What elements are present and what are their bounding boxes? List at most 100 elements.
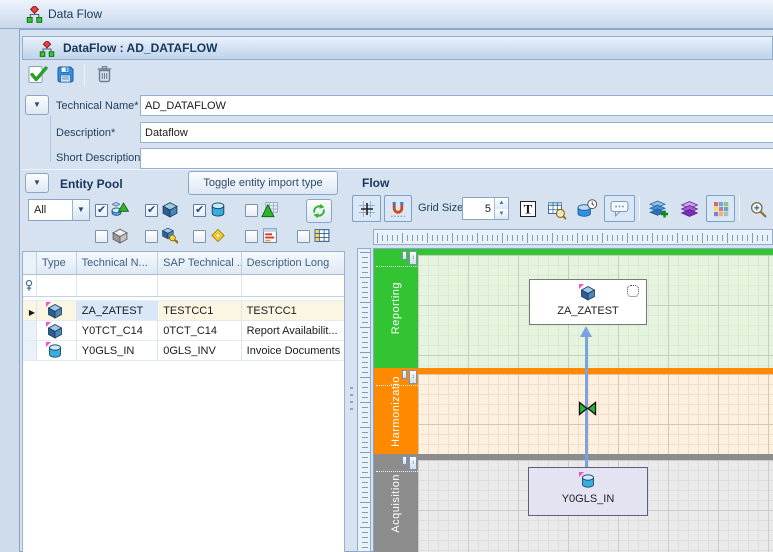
aggregation-level-icon[interactable] — [111, 227, 129, 244]
lane-label: Harmonizatio — [390, 376, 402, 447]
description-field[interactable] — [140, 122, 773, 143]
lane-resize-icon[interactable]: ↕ — [409, 370, 417, 384]
entity-type-filter-combo[interactable]: All ▼ — [28, 199, 90, 221]
type-cell — [37, 341, 77, 361]
lane-collapse-icon[interactable] — [402, 370, 407, 379]
comments-button[interactable] — [604, 195, 635, 222]
column-header-type[interactable]: Type — [37, 252, 77, 275]
open-hub-icon[interactable] — [161, 227, 179, 244]
filter-cell-sap-technical-name[interactable] — [158, 275, 241, 297]
sap-technical-name-cell[interactable]: TESTCC1 — [158, 301, 241, 321]
column-header-sap-technical-name[interactable]: SAP Technical ... — [158, 252, 241, 275]
node-label: ZA_ZATEST — [557, 305, 619, 317]
lane-collapse-controls[interactable]: ↕ — [402, 251, 417, 265]
database-clock-icon — [576, 199, 598, 219]
vertical-ruler — [357, 248, 371, 552]
filter-checkbox-infoobject[interactable] — [193, 230, 206, 243]
spinner-buttons[interactable]: ▲▼ — [494, 198, 508, 219]
filter-checkbox-infosource[interactable] — [245, 204, 258, 217]
entity-pool-collapse-button[interactable]: ▼ — [25, 173, 49, 193]
form-collapse-button[interactable]: ▼ — [25, 95, 49, 115]
column-header-description-long[interactable]: Description Long — [242, 252, 344, 275]
filter-checkbox-datasource[interactable] — [297, 230, 310, 243]
generate-request-button[interactable] — [573, 197, 601, 221]
lane-collapse-icon[interactable] — [402, 251, 407, 260]
window-title-bar: Data Flow — [0, 0, 773, 29]
column-header-technical-name[interactable]: Technical N... — [77, 252, 158, 275]
short-description-field[interactable] — [140, 148, 773, 169]
filter-checkbox-dso[interactable] — [193, 204, 206, 217]
datasource-icon[interactable] — [313, 227, 331, 244]
spin-down-icon[interactable]: ▼ — [495, 209, 508, 220]
flow-canvas[interactable]: Reporting ↕ Harmonizatio ↕ Acquisition ↕ — [373, 248, 773, 552]
technical-name-cell[interactable]: Y0GLS_IN — [77, 341, 158, 361]
infocube-icon — [47, 323, 63, 339]
node-badge-icon — [627, 285, 639, 297]
filter-cell-technical-name[interactable] — [77, 275, 158, 297]
validate-button[interactable] — [27, 64, 48, 85]
filter-cell-description-long[interactable] — [242, 275, 344, 297]
sap-technical-name-cell[interactable]: 0GLS_INV — [158, 341, 241, 361]
row-indicator-header — [23, 252, 37, 275]
spin-up-icon[interactable]: ▲ — [495, 198, 508, 209]
infocube-icon[interactable] — [161, 201, 179, 218]
query-icon[interactable] — [261, 227, 279, 244]
zoom-in-icon — [749, 200, 768, 219]
technical-name-cell[interactable]: ZA_ZATEST — [77, 301, 158, 321]
text-tool-icon: T — [519, 200, 537, 218]
section-divider — [22, 169, 773, 170]
grid-size-spinner[interactable]: ▲▼ — [462, 197, 509, 220]
sap-technical-name-cell[interactable]: 0TCT_C14 — [158, 321, 241, 341]
table-row[interactable]: Y0GLS_IN 0GLS_INV Invoice Documents — [23, 341, 344, 361]
add-layer-button[interactable] — [645, 197, 672, 222]
lane-collapse-controls[interactable]: ↕ — [402, 456, 417, 470]
dso-icon[interactable] — [209, 201, 227, 218]
lane-collapse-icon[interactable] — [402, 456, 407, 465]
infoobject-icon[interactable] — [209, 227, 227, 244]
filter-checkbox-multiprovider[interactable] — [95, 204, 108, 217]
description-long-cell[interactable]: Invoice Documents — [242, 341, 344, 361]
lane-selection-dots — [376, 266, 418, 267]
save-button[interactable] — [55, 64, 76, 85]
delete-button[interactable] — [94, 64, 115, 85]
dso-icon — [47, 343, 63, 359]
technical-name-cell[interactable]: Y0TCT_C14 — [77, 321, 158, 341]
transformation-icon[interactable] — [578, 401, 597, 416]
panel-title: DataFlow : AD_DATAFLOW — [63, 41, 217, 55]
lane-colors-button[interactable] — [706, 195, 735, 222]
multiprovider-icon[interactable] — [111, 201, 129, 218]
layers-button[interactable] — [676, 197, 703, 222]
filter-checkbox-query[interactable] — [245, 230, 258, 243]
table-header-row: Type Technical N... SAP Technical ... De… — [23, 252, 344, 275]
description-long-cell[interactable]: Report Availabilit... — [242, 321, 344, 341]
refresh-button[interactable] — [306, 199, 332, 223]
connection-arrowhead — [580, 326, 592, 337]
infosource-icon[interactable] — [261, 201, 279, 218]
filter-checkbox-aggregation[interactable] — [95, 230, 108, 243]
lane-resize-icon[interactable]: ↕ — [409, 251, 417, 265]
combo-dropdown-button[interactable]: ▼ — [72, 200, 89, 220]
toggle-entity-import-button[interactable]: Toggle entity import type — [188, 171, 338, 195]
technical-name-field[interactable] — [140, 95, 773, 116]
lane-harmonization[interactable]: Harmonizatio ↕ — [374, 368, 773, 454]
node-za-zatest[interactable]: ZA_ZATEST — [529, 279, 647, 325]
pane-splitter[interactable] — [345, 248, 357, 552]
table-filter-row — [23, 275, 344, 297]
lane-collapse-controls[interactable]: ↕ — [402, 370, 417, 384]
lane-resize-icon[interactable]: ↕ — [409, 456, 417, 470]
table-row[interactable]: Y0TCT_C14 0TCT_C14 Report Availabilit... — [23, 321, 344, 341]
text-tool-button[interactable]: T — [517, 198, 539, 220]
grid-size-input[interactable] — [463, 198, 494, 219]
layers-icon — [679, 200, 700, 219]
node-y0gls-in[interactable]: Y0GLS_IN — [528, 467, 648, 516]
filter-cell-type[interactable] — [37, 275, 77, 297]
zoom-in-button[interactable] — [746, 197, 771, 221]
table-row[interactable]: ▶ ZA_ZATEST TESTCC1 TESTCC1 — [23, 301, 344, 321]
filter-checkbox-openhub[interactable] — [145, 230, 158, 243]
find-entity-button[interactable] — [545, 198, 569, 221]
grid-toggle-button[interactable] — [352, 195, 381, 222]
snap-to-grid-button[interactable] — [384, 195, 412, 222]
filter-checkbox-infocube[interactable] — [145, 204, 158, 217]
description-long-cell[interactable]: TESTCC1 — [242, 301, 344, 321]
horizontal-ruler — [373, 229, 773, 245]
